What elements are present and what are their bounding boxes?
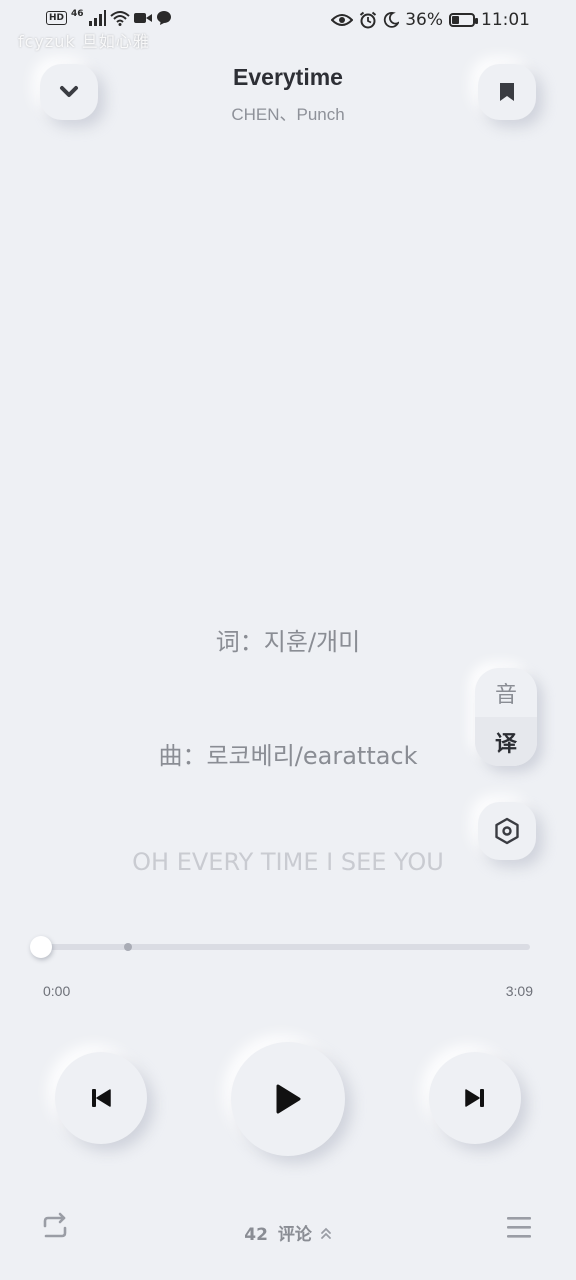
playlist-icon xyxy=(507,1217,531,1238)
progress-thumb[interactable] xyxy=(30,936,52,958)
signal-icon xyxy=(88,10,106,26)
playlist-button[interactable] xyxy=(504,1212,536,1244)
skip-previous-icon xyxy=(92,1089,111,1107)
network-type: 46 xyxy=(71,9,84,19)
player-screen: HD 46 fcyzuk 旦如心雅 36% 11:01 Everytime CH… xyxy=(0,0,576,1280)
moon-icon xyxy=(384,12,400,28)
total-time: 3:09 xyxy=(505,983,533,999)
message-icon xyxy=(156,11,171,25)
battery-level xyxy=(452,16,459,24)
status-bar: HD 46 fcyzuk 旦如心雅 36% 11:01 xyxy=(0,0,576,51)
wifi-icon xyxy=(109,11,130,26)
battery-icon xyxy=(449,13,478,27)
hexagon-settings-icon xyxy=(495,817,519,845)
hd-badge: HD xyxy=(46,11,68,25)
eye-icon xyxy=(331,14,354,26)
buffer-marker xyxy=(124,943,133,951)
current-time: 0:00 xyxy=(43,983,71,999)
previous-button[interactable] xyxy=(55,1052,147,1144)
status-left: HD 46 xyxy=(46,9,172,26)
comments-entry[interactable]: 42 评论 xyxy=(0,1220,576,1245)
bookmark-icon xyxy=(500,83,514,101)
status-right: 36% 11:01 xyxy=(331,10,530,30)
comment-count: 42 xyxy=(244,1225,268,1245)
lyric-line-lyricist[interactable]: 词：지훈/개미 xyxy=(0,622,576,657)
translate-lyrics-button[interactable]: 译 xyxy=(475,717,537,766)
play-button[interactable] xyxy=(231,1042,345,1156)
watermark: fcyzuk 旦如心雅 xyxy=(18,32,150,51)
battery-percent: 36% xyxy=(405,10,443,30)
bookmark-button[interactable] xyxy=(478,64,536,120)
lyric-settings-button[interactable] xyxy=(478,802,536,860)
progress-bar[interactable] xyxy=(40,943,530,951)
video-icon xyxy=(133,13,152,23)
alarm-icon xyxy=(360,11,377,29)
clock: 11:01 xyxy=(481,10,530,30)
lyric-mode-toggle: 音 译 xyxy=(475,668,537,766)
comment-label: 评论 xyxy=(277,1225,312,1245)
play-icon xyxy=(276,1084,301,1114)
next-button[interactable] xyxy=(429,1052,521,1144)
original-lyrics-button[interactable]: 音 xyxy=(475,668,537,717)
chevron-up-icon xyxy=(320,1227,331,1239)
skip-next-icon xyxy=(465,1089,484,1107)
